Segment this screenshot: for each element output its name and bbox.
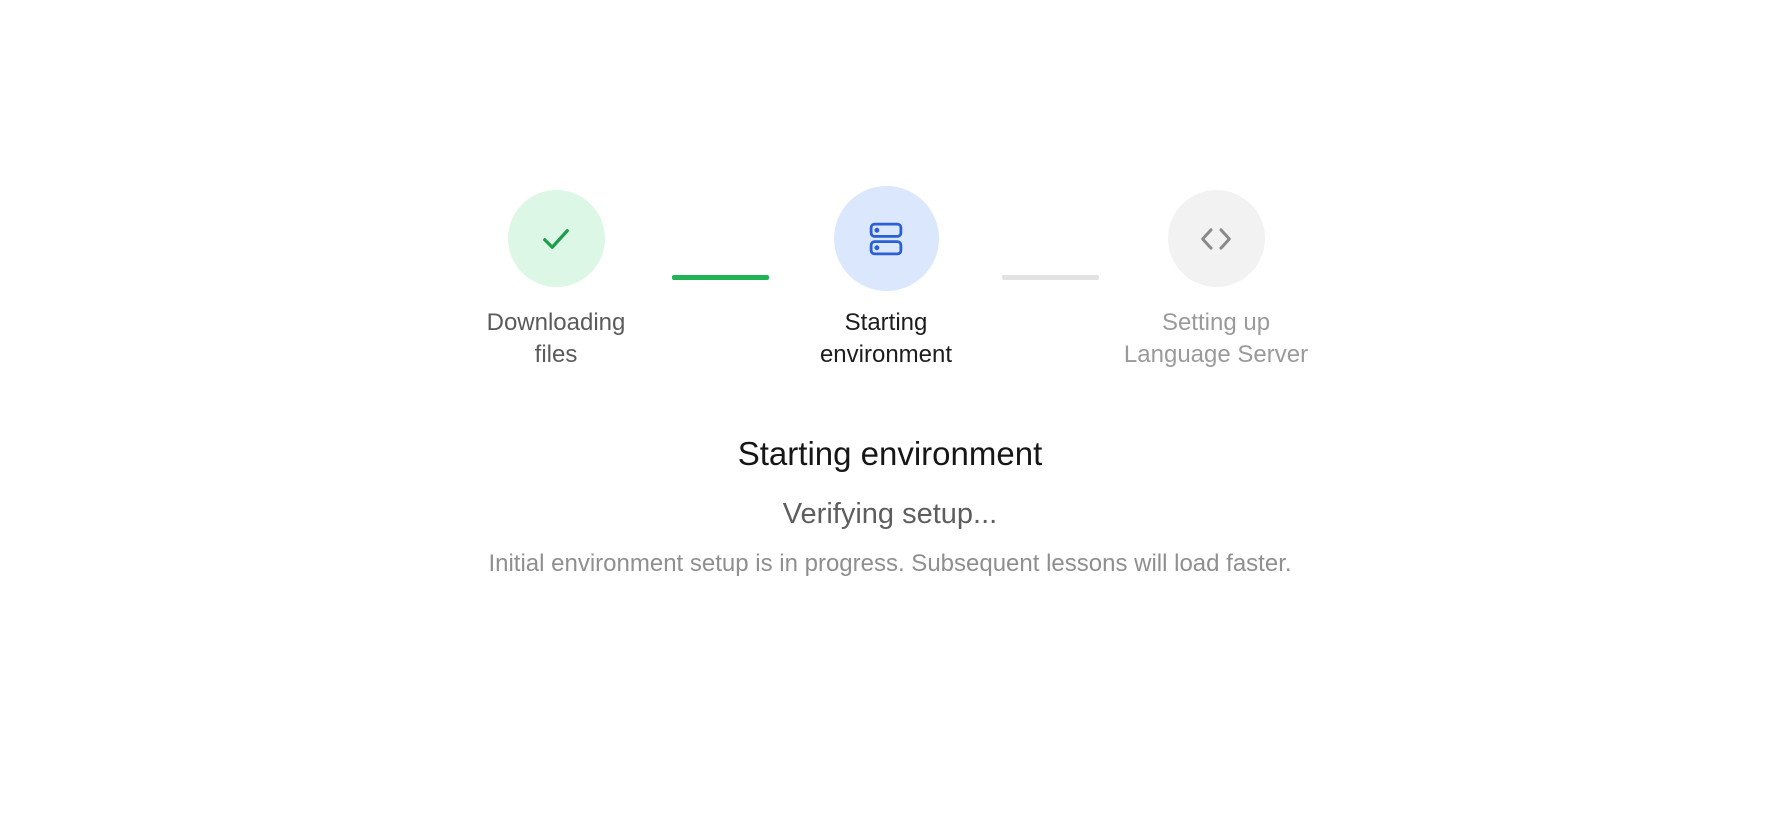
step-downloading-files: Downloading files	[426, 190, 686, 371]
status-subtitle: Verifying setup...	[782, 498, 998, 530]
step-connector-complete	[672, 275, 769, 280]
step-starting-environment: Starting environment	[756, 186, 1016, 371]
step-label-line: Downloading	[486, 309, 626, 336]
status-panel: Starting environment Verifying setup... …	[0, 430, 1780, 580]
status-note: Initial environment setup is in progress…	[488, 550, 1292, 577]
step-label-line: Starting	[844, 309, 928, 336]
step-label: Downloading files	[426, 307, 686, 371]
step-setting-up-language-server: Setting up Language Server	[1086, 190, 1346, 371]
step-label: Starting environment	[756, 307, 1016, 371]
step-label: Setting up Language Server	[1086, 307, 1346, 371]
step-label-line: environment	[819, 341, 953, 368]
step-complete-circle	[507, 190, 605, 287]
step-label-line: files	[534, 341, 578, 368]
step-active-circle	[833, 186, 939, 291]
code-icon	[1201, 227, 1231, 250]
status-title: Starting environment	[737, 435, 1043, 472]
server-icon	[869, 222, 903, 255]
step-connector-pending	[1002, 275, 1099, 280]
step-label-line: Language Server	[1123, 341, 1309, 368]
check-icon	[543, 228, 569, 249]
step-label-line: Setting up	[1161, 309, 1271, 336]
step-pending-circle	[1167, 190, 1265, 287]
progress-stepper: Downloading files Starting environment S…	[0, 0, 1780, 400]
